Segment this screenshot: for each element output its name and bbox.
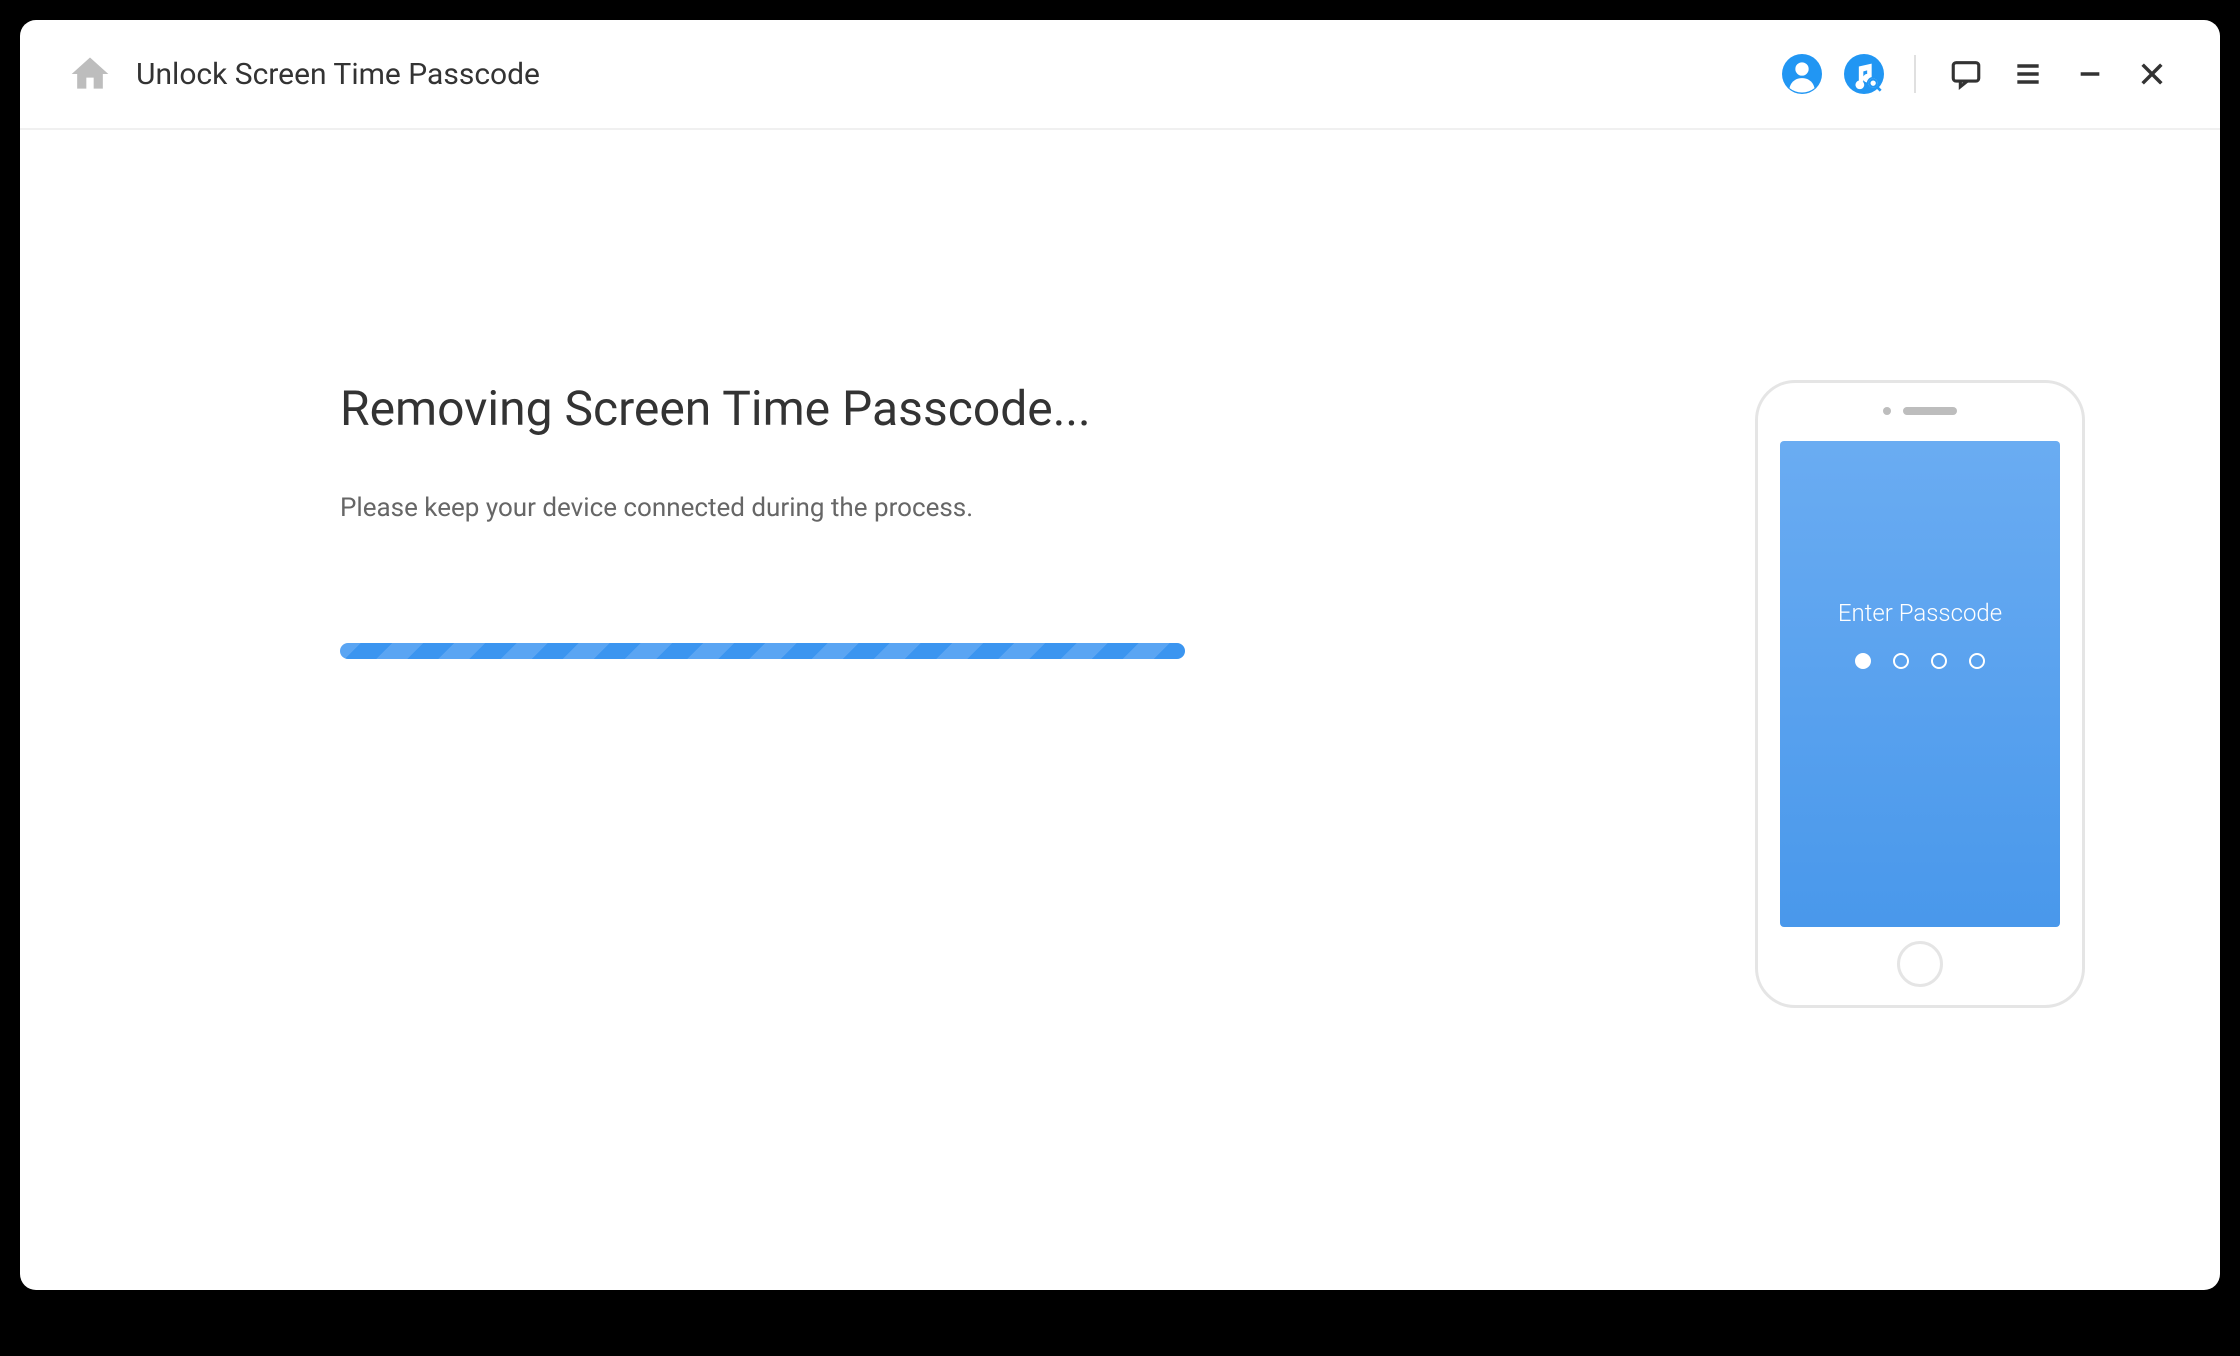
home-icon-button[interactable] <box>68 52 112 96</box>
feedback-icon <box>1949 57 1983 91</box>
title-bar: Unlock Screen Time Passcode <box>20 20 2220 130</box>
page-title: Unlock Screen Time Passcode <box>136 57 540 92</box>
phone-prompt: Enter Passcode <box>1838 599 2002 627</box>
feedback-button[interactable] <box>1946 54 1986 94</box>
account-icon <box>1782 54 1822 94</box>
close-button[interactable] <box>2132 54 2172 94</box>
music-button[interactable] <box>1844 54 1884 94</box>
status-subtitle: Please keep your device connected during… <box>340 493 1660 523</box>
passcode-dots <box>1855 653 1985 669</box>
phone-camera-icon <box>1883 407 1891 415</box>
phone-frame: Enter Passcode <box>1755 380 2085 1008</box>
passcode-dot <box>1969 653 1985 669</box>
content-area: Removing Screen Time Passcode... Please … <box>20 130 2220 1290</box>
status-panel: Removing Screen Time Passcode... Please … <box>340 380 1740 659</box>
passcode-dot <box>1893 653 1909 669</box>
phone-earpiece <box>1883 407 1957 415</box>
phone-home-button-icon <box>1897 941 1943 987</box>
menu-icon <box>2012 58 2044 90</box>
home-icon <box>68 52 112 96</box>
minimize-button[interactable] <box>2070 54 2110 94</box>
phone-speaker-icon <box>1903 407 1957 415</box>
minimize-icon <box>2074 58 2106 90</box>
menu-button[interactable] <box>2008 54 2048 94</box>
passcode-dot <box>1855 653 1871 669</box>
account-button[interactable] <box>1782 54 1822 94</box>
separator <box>1914 55 1916 93</box>
app-window: Unlock Screen Time Passcode <box>20 20 2220 1290</box>
phone-screen: Enter Passcode <box>1780 441 2060 927</box>
device-illustration: Enter Passcode <box>1740 380 2100 1008</box>
music-icon <box>1844 54 1884 94</box>
close-icon <box>2136 58 2168 90</box>
progress-bar <box>340 643 1185 659</box>
status-heading: Removing Screen Time Passcode... <box>340 380 1660 437</box>
title-actions <box>1782 54 2172 94</box>
passcode-dot <box>1931 653 1947 669</box>
